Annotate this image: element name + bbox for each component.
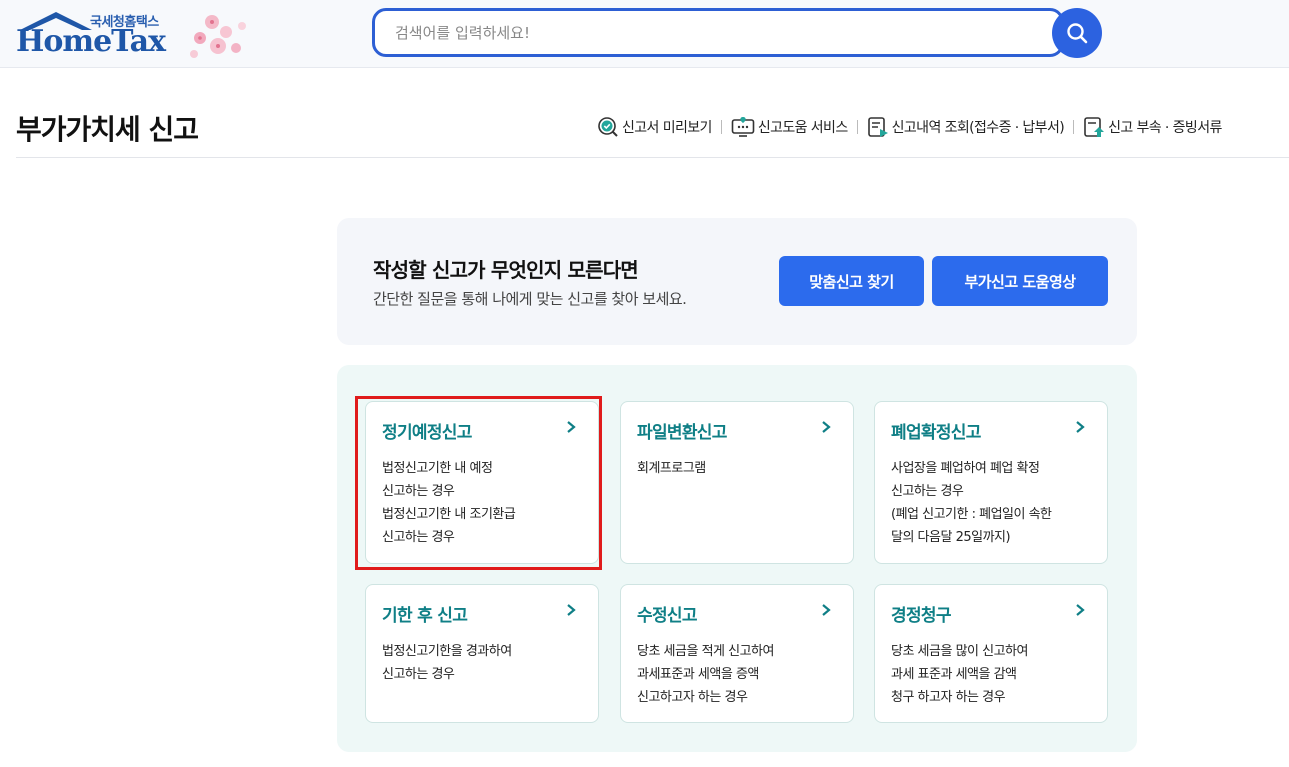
card-description: 법정신고기한을 경과하여 신고하는 경우: [382, 644, 512, 682]
document-upload-icon: [1084, 117, 1105, 137]
card-regular-preliminary[interactable]: 정기예정신고 법정신고기한 내 예정 신고하는 경우 법정신고기한 내 조기환급…: [365, 401, 599, 564]
card-description: 당초 세금을 적게 신고하여 과세표준과 세액을 증액 신고하고자 하는 경우: [637, 644, 774, 705]
report-type-panel: 정기예정신고 법정신고기한 내 예정 신고하는 경우 법정신고기한 내 조기환급…: [337, 365, 1137, 752]
help-video-button[interactable]: 부가신고 도움영상: [932, 256, 1108, 306]
card-title: 폐업확정신고: [891, 423, 981, 443]
card-title: 경정청구: [891, 606, 951, 626]
card-description: 회계프로그램: [637, 461, 706, 476]
quick-link-help-service[interactable]: 신고도움 서비스: [731, 116, 848, 138]
card-late-filing[interactable]: 기한 후 신고 법정신고기한을 경과하여 신고하는 경우: [365, 584, 599, 723]
card-title: 기한 후 신고: [382, 606, 468, 626]
card-title: 수정신고: [637, 606, 697, 626]
chevron-right-icon: [1076, 421, 1085, 433]
card-closure-final[interactable]: 폐업확정신고 사업장을 폐업하여 폐업 확정 신고하는 경우 (폐업 신고기한 …: [874, 401, 1108, 564]
search-button[interactable]: [1052, 8, 1102, 58]
card-description: 사업장을 폐업하여 폐업 확정 신고하는 경우 (폐업 신고기한 : 폐업일이 …: [891, 461, 1052, 545]
search-icon: [1067, 23, 1088, 44]
quick-link-label: 신고내역 조회(접수증 · 납부서): [891, 120, 1065, 136]
card-correction-claim[interactable]: 경정청구 당초 세금을 많이 신고하여 과세 표준과 세액을 감액 청구 하고자…: [874, 584, 1108, 723]
quick-link-preview[interactable]: 신고서 미리보기: [597, 116, 712, 138]
card-description: 당초 세금을 많이 신고하여 과세 표준과 세액을 감액 청구 하고자 하는 경…: [891, 644, 1028, 705]
monitor-help-icon: [731, 117, 755, 137]
card-title: 파일변환신고: [637, 423, 727, 443]
banner-title: 작성할 신고가 무엇인지 모른다면: [373, 258, 639, 282]
quick-link-label: 신고도움 서비스: [757, 120, 848, 136]
card-amended-filing[interactable]: 수정신고 당초 세금을 적게 신고하여 과세표준과 세액을 증액 신고하고자 하…: [620, 584, 854, 723]
site-header: 국세청홈택스 HomeTax: [0, 0, 1289, 68]
card-title: 정기예정신고: [382, 423, 472, 443]
separator: [856, 120, 858, 134]
logo-title: HomeTax: [16, 24, 166, 59]
card-description: 법정신고기한 내 예정 신고하는 경우 법정신고기한 내 조기환급 신고하는 경…: [382, 461, 516, 545]
quick-link-label: 신고 부속 · 증빙서류: [1108, 120, 1222, 136]
title-divider: [16, 157, 1289, 158]
chevron-right-icon: [822, 604, 831, 616]
quick-links: 신고서 미리보기 신고도움 서비스 신고내역 조회(접수증 · 납부서) 신고 …: [597, 116, 1222, 138]
cherry-blossom-icon: [190, 15, 246, 58]
quick-link-label: 신고서 미리보기: [622, 120, 712, 136]
document-list-icon: [867, 117, 888, 137]
quick-link-attachments[interactable]: 신고 부속 · 증빙서류: [1083, 116, 1222, 138]
chevron-right-icon: [1076, 604, 1085, 616]
search-input[interactable]: [395, 21, 1035, 45]
custom-report-find-button[interactable]: 맞춤신고 찾기: [779, 256, 924, 306]
chevron-right-icon: [567, 421, 576, 433]
chevron-right-icon: [822, 421, 831, 433]
card-file-conversion[interactable]: 파일변환신고 회계프로그램: [620, 401, 854, 564]
guide-banner: 작성할 신고가 무엇인지 모른다면 간단한 질문을 통해 나에게 맞는 신고를 …: [337, 218, 1137, 345]
chevron-right-icon: [567, 604, 576, 616]
banner-description: 간단한 질문을 통해 나에게 맞는 신고를 찾아 보세요.: [373, 290, 687, 308]
search-box: [372, 8, 1064, 57]
preview-check-icon: [598, 117, 618, 137]
separator: [1073, 120, 1075, 134]
page-title: 부가가치세 신고: [16, 113, 199, 146]
separator: [720, 120, 722, 134]
hometax-logo[interactable]: 국세청홈택스 HomeTax: [14, 8, 254, 64]
quick-link-history[interactable]: 신고내역 조회(접수증 · 납부서): [867, 116, 1065, 138]
